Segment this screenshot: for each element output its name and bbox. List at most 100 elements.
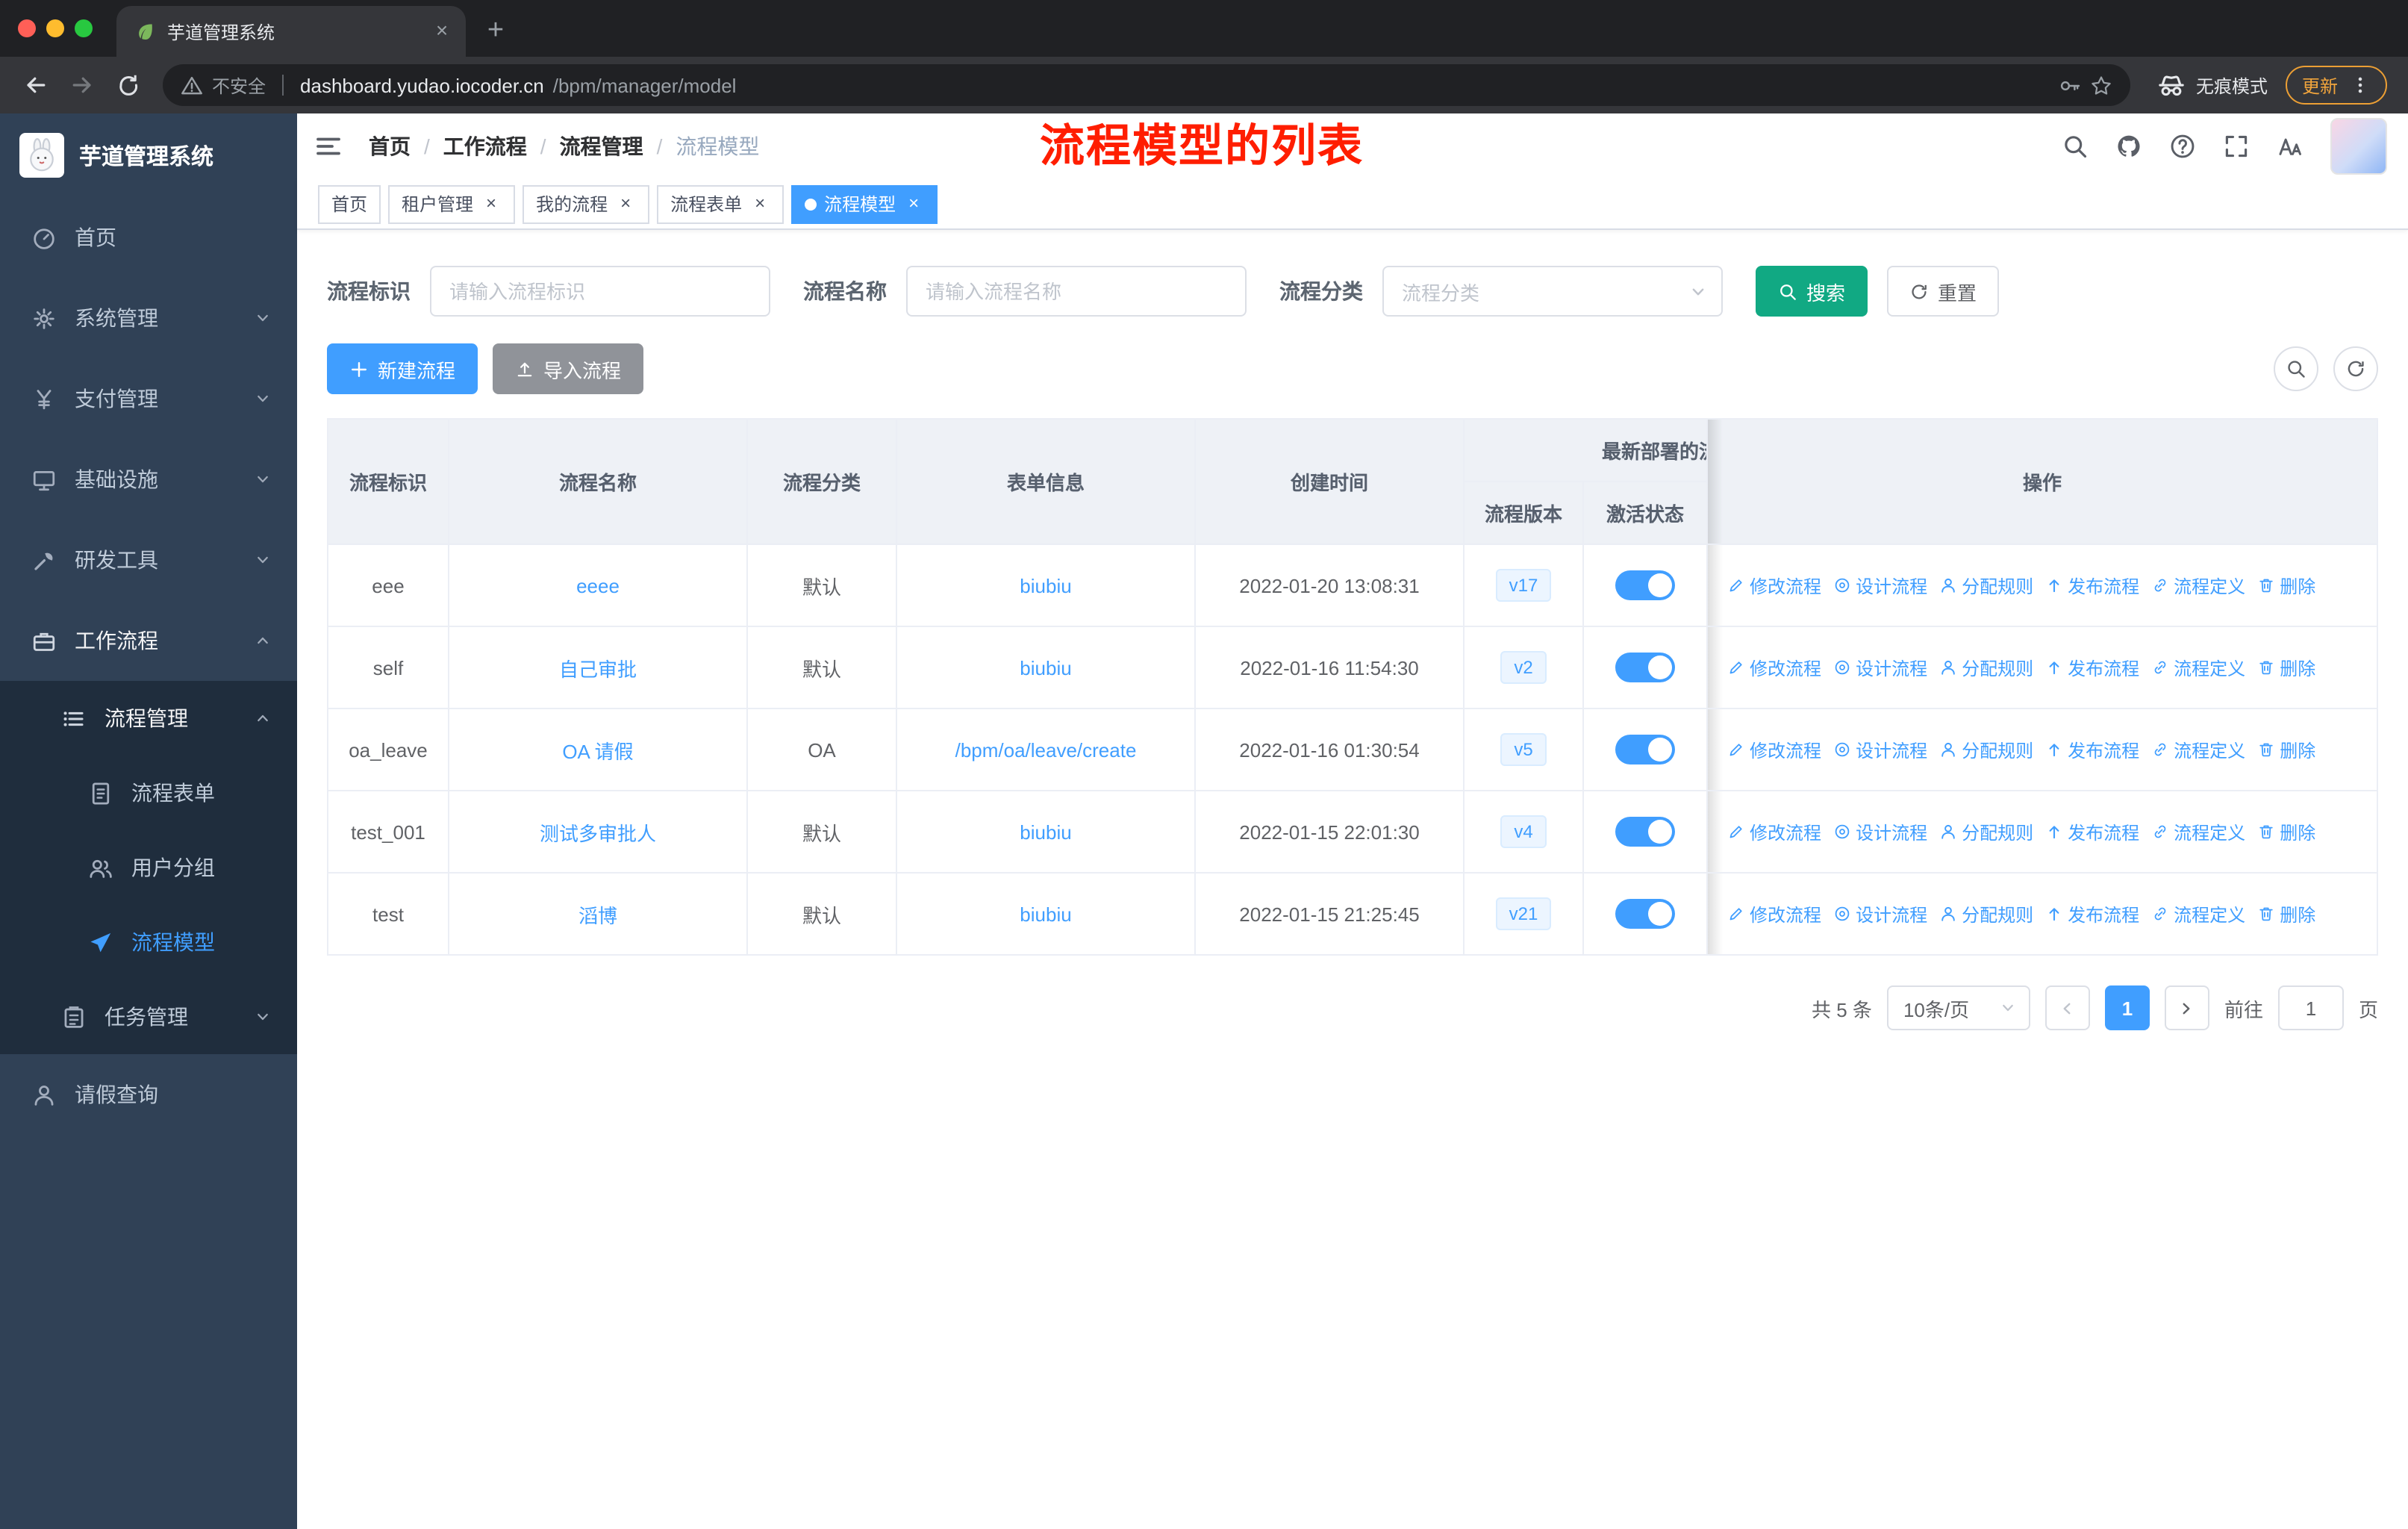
password-key-icon[interactable] <box>2059 74 2081 96</box>
op-definition[interactable]: 流程定义 <box>2151 655 2245 680</box>
search-icon[interactable] <box>2062 133 2089 160</box>
op-assign[interactable]: 分配规则 <box>1939 819 2033 844</box>
status-toggle[interactable] <box>1615 570 1675 600</box>
tagview-tab[interactable]: 我的流程 × <box>523 184 650 223</box>
toggle-search-button[interactable] <box>2274 346 2318 391</box>
row-form-link[interactable]: biubiu <box>1020 820 1071 843</box>
back-button[interactable] <box>15 65 55 105</box>
status-toggle[interactable] <box>1615 653 1675 682</box>
new-tab-button[interactable]: + <box>475 10 517 52</box>
breadcrumb-item[interactable]: 流程管理 <box>560 131 643 161</box>
category-select[interactable]: 流程分类 <box>1382 266 1723 317</box>
breadcrumb-item[interactable]: 工作流程 <box>443 131 527 161</box>
op-edit[interactable]: 修改流程 <box>1727 819 1821 844</box>
op-assign[interactable]: 分配规则 <box>1939 655 2033 680</box>
tab-close-icon[interactable]: × <box>430 19 454 43</box>
browser-tab[interactable]: 芋道管理系统 × <box>116 6 466 57</box>
status-toggle[interactable] <box>1615 899 1675 929</box>
op-design[interactable]: 设计流程 <box>1833 819 1927 844</box>
op-assign[interactable]: 分配规则 <box>1939 901 2033 927</box>
op-assign[interactable]: 分配规则 <box>1939 573 2033 598</box>
help-icon[interactable] <box>2169 133 2196 160</box>
op-delete[interactable]: 删除 <box>2257 737 2315 762</box>
op-edit[interactable]: 修改流程 <box>1727 901 1821 927</box>
version-tag[interactable]: v2 <box>1500 650 1547 685</box>
row-form-link[interactable]: biubiu <box>1020 574 1071 597</box>
op-publish[interactable]: 发布流程 <box>2045 573 2139 598</box>
op-delete[interactable]: 删除 <box>2257 573 2315 598</box>
fullscreen-icon[interactable] <box>2223 133 2250 160</box>
op-definition[interactable]: 流程定义 <box>2151 573 2245 598</box>
update-button[interactable]: 更新 <box>2285 66 2387 105</box>
sidebar-item-task-mgmt[interactable]: 任务管理 <box>0 980 297 1054</box>
minimize-window-button[interactable] <box>46 19 64 37</box>
reset-button[interactable]: 重置 <box>1887 266 2000 317</box>
row-name-link[interactable]: OA 请假 <box>562 740 633 762</box>
sidebar-item-dev-tools[interactable]: 研发工具 <box>0 520 297 600</box>
version-tag[interactable]: v21 <box>1495 897 1552 931</box>
op-delete[interactable]: 删除 <box>2257 901 2315 927</box>
prev-page-button[interactable] <box>2044 985 2090 1030</box>
refresh-table-button[interactable] <box>2333 346 2378 391</box>
op-definition[interactable]: 流程定义 <box>2151 737 2245 762</box>
github-icon[interactable] <box>2115 133 2142 160</box>
app-logo[interactable]: 芋道管理系统 <box>0 113 297 197</box>
row-name-link[interactable]: 测试多审批人 <box>540 822 656 844</box>
row-form-link[interactable]: /bpm/oa/leave/create <box>955 738 1137 761</box>
font-size-icon[interactable] <box>2277 133 2303 160</box>
sidebar-item-payment[interactable]: 支付管理 <box>0 358 297 439</box>
row-form-link[interactable]: biubiu <box>1020 656 1071 679</box>
next-page-button[interactable] <box>2164 985 2209 1030</box>
op-edit[interactable]: 修改流程 <box>1727 737 1821 762</box>
version-tag[interactable]: v4 <box>1500 815 1547 849</box>
op-definition[interactable]: 流程定义 <box>2151 819 2245 844</box>
import-process-button[interactable]: 导入流程 <box>493 343 644 394</box>
process-name-input[interactable] <box>906 266 1247 317</box>
sidebar-item-leave-query[interactable]: 请假查询 <box>0 1054 297 1135</box>
forward-button[interactable] <box>61 65 102 105</box>
sidebar-item-infra[interactable]: 基础设施 <box>0 439 297 520</box>
sidebar-item-system[interactable]: 系统管理 <box>0 278 297 358</box>
sidebar-item-process-model[interactable]: 流程模型 <box>0 905 297 980</box>
op-delete[interactable]: 删除 <box>2257 655 2315 680</box>
close-window-button[interactable] <box>18 19 36 37</box>
op-design[interactable]: 设计流程 <box>1833 737 1927 762</box>
tag-close-icon[interactable]: × <box>749 193 770 214</box>
tagview-tab[interactable]: 首页 × <box>318 184 381 223</box>
sidebar-item-workflow[interactable]: 工作流程 <box>0 600 297 681</box>
op-edit[interactable]: 修改流程 <box>1727 655 1821 680</box>
row-form-link[interactable]: biubiu <box>1020 903 1071 925</box>
op-delete[interactable]: 删除 <box>2257 819 2315 844</box>
op-design[interactable]: 设计流程 <box>1833 573 1927 598</box>
tagview-tab[interactable]: 流程表单 × <box>657 184 785 223</box>
tag-close-icon[interactable]: × <box>481 193 502 214</box>
sidebar-item-user-group[interactable]: 用户分组 <box>0 830 297 905</box>
op-edit[interactable]: 修改流程 <box>1727 573 1821 598</box>
status-toggle[interactable] <box>1615 817 1675 847</box>
row-name-link[interactable]: 自己审批 <box>559 658 637 680</box>
op-design[interactable]: 设计流程 <box>1833 655 1927 680</box>
reload-button[interactable] <box>107 65 148 105</box>
sidebar-toggle-icon[interactable] <box>314 131 343 161</box>
tagview-tab[interactable]: 流程模型 × <box>791 184 938 223</box>
op-publish[interactable]: 发布流程 <box>2045 819 2139 844</box>
page-size-select[interactable]: 10条/页 <box>1886 985 2030 1030</box>
version-tag[interactable]: v5 <box>1500 732 1547 767</box>
zoom-window-button[interactable] <box>75 19 93 37</box>
address-bar[interactable]: 不安全 dashboard.yudao.iocoder.cn/bpm/manag… <box>163 64 2130 106</box>
row-name-link[interactable]: 滔博 <box>578 904 617 927</box>
status-toggle[interactable] <box>1615 735 1675 764</box>
op-assign[interactable]: 分配规则 <box>1939 737 2033 762</box>
bookmark-star-icon[interactable] <box>2090 74 2112 96</box>
op-design[interactable]: 设计流程 <box>1833 901 1927 927</box>
version-tag[interactable]: v17 <box>1495 568 1552 602</box>
current-page-button[interactable]: 1 <box>2104 985 2150 1030</box>
search-button[interactable]: 搜索 <box>1756 266 1868 317</box>
goto-page-input[interactable] <box>2277 985 2344 1030</box>
tag-close-icon[interactable]: × <box>615 193 636 214</box>
create-process-button[interactable]: 新建流程 <box>327 343 478 394</box>
security-label[interactable]: 不安全 <box>212 72 266 98</box>
tagview-tab[interactable]: 租户管理 × <box>388 184 516 223</box>
process-key-input[interactable] <box>430 266 770 317</box>
sidebar-item-process-form[interactable]: 流程表单 <box>0 756 297 830</box>
